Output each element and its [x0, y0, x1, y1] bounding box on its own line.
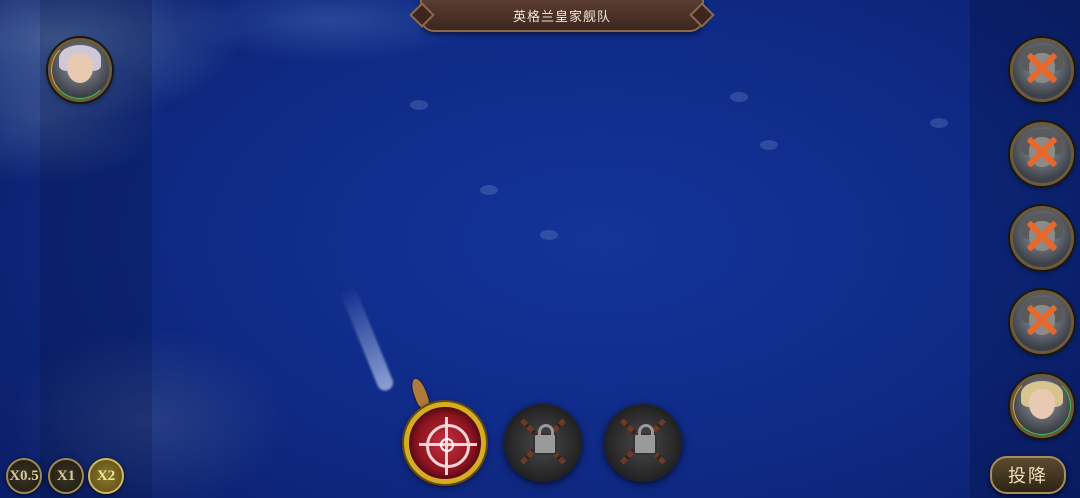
enemy-portrait-1[interactable]	[1010, 38, 1074, 102]
fleet-title-banner: 英格兰皇家舰队	[420, 0, 704, 32]
enemy-portrait-5[interactable]	[1010, 374, 1074, 438]
speed-x1-button[interactable]: X1	[48, 458, 84, 494]
ship-wake	[339, 285, 396, 393]
defeated-x-icon	[1025, 51, 1059, 85]
defeated-x-icon	[1025, 303, 1059, 337]
player-ship	[409, 376, 431, 410]
player-admiral-portrait[interactable]	[48, 38, 112, 102]
locked-skill-slot-2[interactable]	[604, 404, 682, 482]
speed-x2-button[interactable]: X2	[88, 458, 124, 494]
wave-glint	[540, 230, 558, 240]
fleet-name: 英格兰皇家舰队	[512, 9, 611, 25]
enemy-portrait-3[interactable]	[1010, 206, 1074, 270]
player-health-ring	[51, 41, 109, 99]
aim-skill-button[interactable]	[404, 402, 486, 484]
defeated-x-icon	[1025, 219, 1059, 253]
locked-skill-slot-1[interactable]	[504, 404, 582, 482]
wave-glint	[730, 92, 748, 102]
lock-icon	[633, 424, 657, 455]
wave-glint	[410, 100, 428, 110]
enemy-health-ring	[1013, 377, 1071, 435]
enemy-portrait-2[interactable]	[1010, 122, 1074, 186]
surrender-button[interactable]: 投降	[990, 456, 1066, 494]
enemy-portrait-4[interactable]	[1010, 290, 1074, 354]
defeated-x-icon	[1025, 135, 1059, 169]
wave-glint	[480, 185, 498, 195]
speed-x0.5-button[interactable]: X0.5	[6, 458, 42, 494]
wave-glint	[760, 140, 778, 150]
wave-glint	[930, 118, 948, 128]
lock-icon	[533, 424, 557, 455]
